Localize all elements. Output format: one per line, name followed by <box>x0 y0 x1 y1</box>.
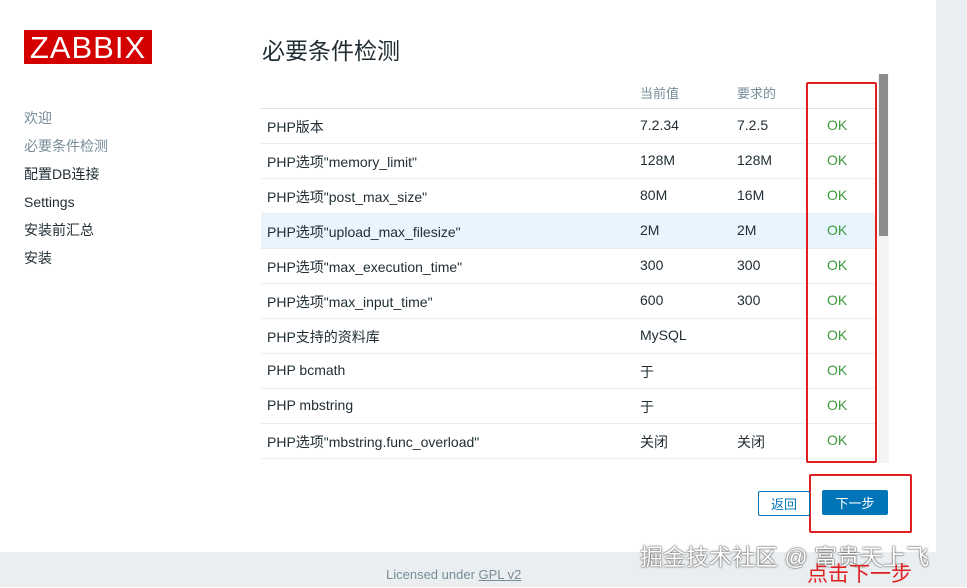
table-row: PHP选项"post_max_size" 80M 16M OK <box>261 179 876 214</box>
row-name: PHP版本 <box>267 119 324 135</box>
table-row: PHP选项"max_input_time" 600 300 OK <box>261 284 876 319</box>
next-step-button[interactable]: 下一步 <box>822 490 888 515</box>
row-required-value: 2M <box>737 222 757 238</box>
page-gutter <box>936 0 967 552</box>
license-text: Licensed under GPL v2 <box>386 567 521 582</box>
row-name: PHP选项"post_max_size" <box>267 189 428 205</box>
zabbix-logo: ZABBIX <box>24 30 152 64</box>
row-current-value: 于 <box>640 364 654 380</box>
table-row: PHP支持的资料库 MySQL OK <box>261 319 876 354</box>
step-db-connection: 配置DB连接 <box>24 166 100 182</box>
row-current-value: 关闭 <box>640 434 668 450</box>
license-prefix: Licensed under <box>386 567 479 582</box>
row-required-value: 16M <box>737 187 765 203</box>
row-required-value: 300 <box>737 292 761 308</box>
row-name: PHP mbstring <box>267 397 354 413</box>
row-name: PHP选项"max_execution_time" <box>267 259 463 275</box>
row-name: PHP选项"memory_limit" <box>267 154 417 170</box>
step-prerequisites: 必要条件检测 <box>24 138 108 154</box>
row-name: PHP支持的资料库 <box>267 329 380 345</box>
table-row: PHP bcmath 于 OK <box>261 354 876 389</box>
row-name: PHP选项"mbstring.func_overload" <box>267 434 480 450</box>
row-current-value: MySQL <box>640 327 687 343</box>
row-required-value: 关闭 <box>737 434 765 450</box>
scrollbar-thumb[interactable] <box>879 74 888 236</box>
table-row: PHP选项"max_execution_time" 300 300 OK <box>261 249 876 284</box>
annotation-text: 点击下一步 <box>807 563 912 586</box>
row-current-value: 于 <box>640 399 654 415</box>
table-row: PHP选项"mbstring.func_overload" 关闭 关闭 OK <box>261 424 876 459</box>
table-scrollbar[interactable] <box>878 74 889 463</box>
gpl-license-link[interactable]: GPL v2 <box>479 567 522 582</box>
row-current-value: 600 <box>640 292 664 308</box>
step-settings: Settings <box>24 194 75 210</box>
header-required-value: 要求的 <box>737 86 777 101</box>
row-current-value: 128M <box>640 152 676 168</box>
step-welcome: 欢迎 <box>24 110 52 126</box>
step-install: 安装 <box>24 250 52 266</box>
row-current-value: 300 <box>640 257 664 273</box>
row-required-value: 128M <box>737 152 773 168</box>
row-current-value: 80M <box>640 187 668 203</box>
row-name: PHP bcmath <box>267 362 346 378</box>
table-row: PHP选项"upload_max_filesize" 2M 2M OK <box>261 214 876 249</box>
row-required-value: 7.2.5 <box>737 117 769 133</box>
setup-steps-nav: 欢迎 必要条件检测 配置DB连接 Settings 安装前汇总 安装 <box>24 108 108 276</box>
table-header: 当前值 要求的 <box>261 74 876 109</box>
prerequisites-table: 当前值 要求的 PHP版本 7.2.34 7.2.5 OK PHP选项"memory_l… <box>261 74 876 460</box>
step-pre-install-summary: 安装前汇总 <box>24 222 94 238</box>
page-title: 必要条件检测 <box>262 38 400 64</box>
table-row: PHP选项"memory_limit" 128M 128M OK <box>261 144 876 179</box>
row-name: PHP选项"max_input_time" <box>267 294 433 310</box>
table-row: PHP版本 7.2.34 7.2.5 OK <box>261 109 876 144</box>
row-name: PHP选项"upload_max_filesize" <box>267 224 461 240</box>
back-button[interactable]: 返回 <box>758 491 810 516</box>
row-current-value: 7.2.34 <box>640 117 679 133</box>
row-current-value: 2M <box>640 222 660 238</box>
table-row: PHP mbstring 于 OK <box>261 389 876 424</box>
header-current-value: 当前值 <box>640 86 680 101</box>
annotation-ok-highlight-box <box>806 82 877 463</box>
row-required-value: 300 <box>737 257 761 273</box>
